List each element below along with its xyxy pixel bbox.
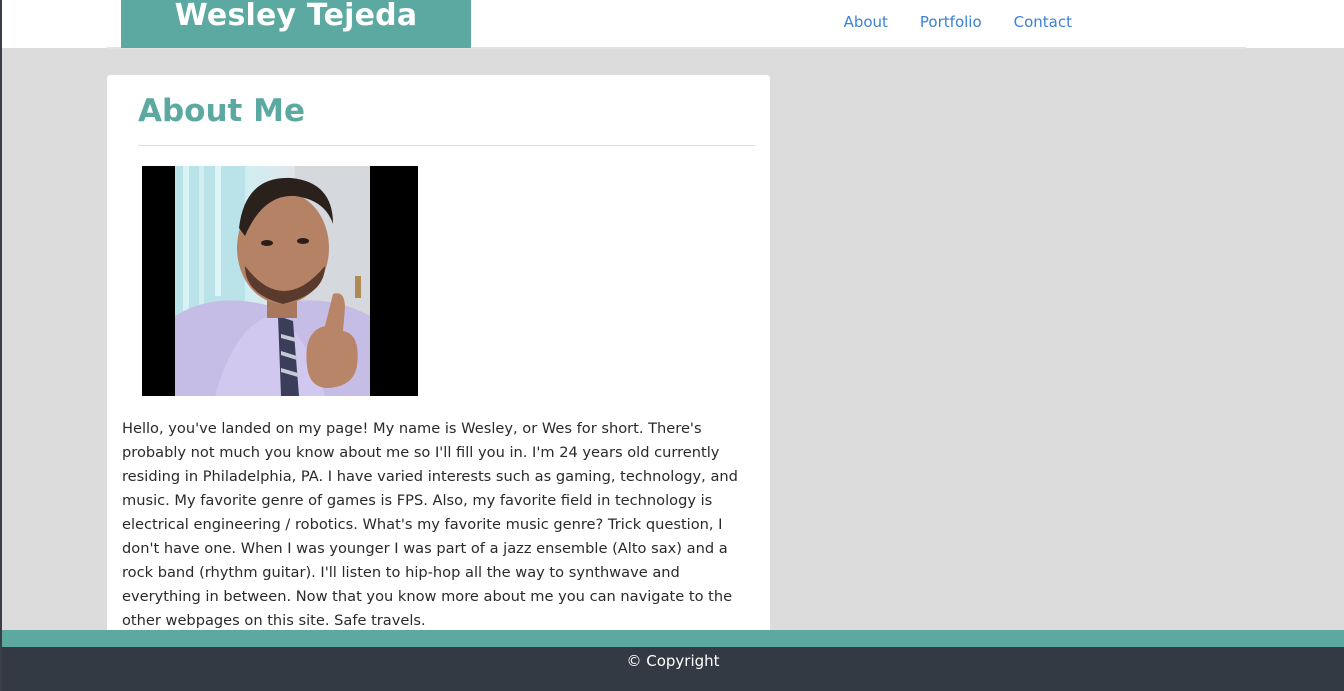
about-card: About Me Hello, you've landed on my page… [107,75,770,635]
profile-photo-scene [175,166,370,396]
brand-block[interactable]: Wesley Tejeda [121,0,471,48]
footer-accent-band [2,630,1344,647]
nav-link-portfolio[interactable]: Portfolio [920,12,982,32]
brand-name[interactable]: Wesley Tejeda [175,1,418,31]
profile-photo [142,166,418,396]
profile-photo-illustration [175,166,370,396]
nav-link-about[interactable]: About [844,12,888,32]
window-edge [0,0,2,691]
nav-link-contact[interactable]: Contact [1014,12,1072,32]
page-title: About Me [138,93,306,129]
main-nav: About Portfolio Contact [844,12,1072,32]
copyright-text: © Copyright [626,652,720,670]
title-divider [138,145,755,146]
bio-paragraph: Hello, you've landed on my page! My name… [122,420,738,629]
page: Wesley Tejeda About Portfolio Contact Ab… [0,0,1344,691]
footer: © Copyright [2,647,1344,691]
